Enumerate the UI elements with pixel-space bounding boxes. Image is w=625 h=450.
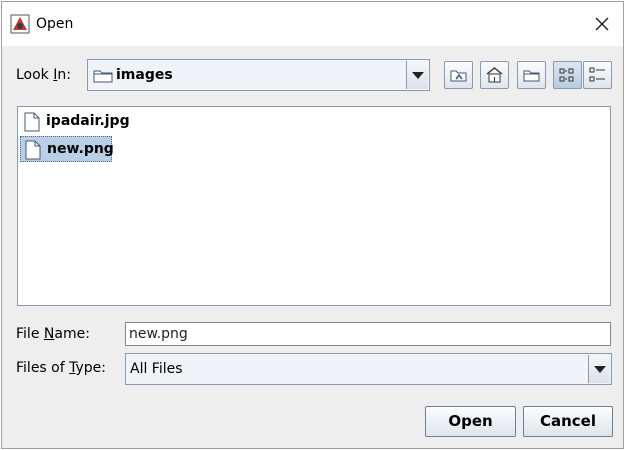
look-in-value: images — [116, 67, 173, 83]
home-button[interactable] — [480, 61, 509, 89]
folder-icon — [93, 70, 113, 83]
folder-up-icon — [450, 70, 467, 82]
window-title: Open — [36, 16, 74, 32]
home-icon — [486, 67, 503, 83]
file-name: new.png — [47, 141, 114, 157]
file-type-combo[interactable]: All Files — [125, 353, 612, 385]
details-view-icon — [589, 67, 605, 82]
close-icon[interactable] — [589, 11, 615, 37]
up-one-level-button[interactable] — [444, 61, 473, 89]
title-bar[interactable]: Open — [2, 2, 623, 46]
file-item[interactable]: ipadair.jpg — [20, 109, 130, 135]
file-name: ipadair.jpg — [46, 113, 130, 129]
look-in-combo[interactable]: images — [87, 59, 430, 91]
java-app-icon — [10, 14, 30, 34]
new-folder-icon — [523, 70, 540, 82]
file-list[interactable]: ipadair.jpg new.png — [17, 106, 611, 306]
file-name-input[interactable]: new.png — [125, 322, 611, 346]
open-file-dialog: Open Look In: images ipadair.jpg new.png… — [1, 1, 624, 449]
look-in-label: Look In: — [16, 67, 71, 83]
file-icon — [25, 140, 41, 160]
file-name-label: File Name: — [16, 326, 90, 342]
list-view-button[interactable] — [553, 61, 582, 89]
file-icon — [24, 112, 40, 132]
look-in-label-text: Look In: — [16, 67, 71, 83]
file-type-value: All Files — [130, 361, 183, 377]
file-type-label-text: Files of Type: — [16, 360, 107, 376]
file-item-selected[interactable]: new.png — [20, 136, 114, 162]
chevron-down-icon[interactable] — [588, 355, 610, 383]
list-view-icon — [559, 68, 574, 82]
open-button[interactable]: Open — [425, 406, 516, 437]
cancel-button[interactable]: Cancel — [523, 406, 613, 437]
chevron-down-icon[interactable] — [406, 61, 428, 89]
new-folder-button[interactable] — [517, 61, 546, 89]
file-name-label-text: File Name: — [16, 326, 90, 342]
file-type-label: Files of Type: — [16, 360, 106, 376]
details-view-button[interactable] — [583, 61, 612, 89]
